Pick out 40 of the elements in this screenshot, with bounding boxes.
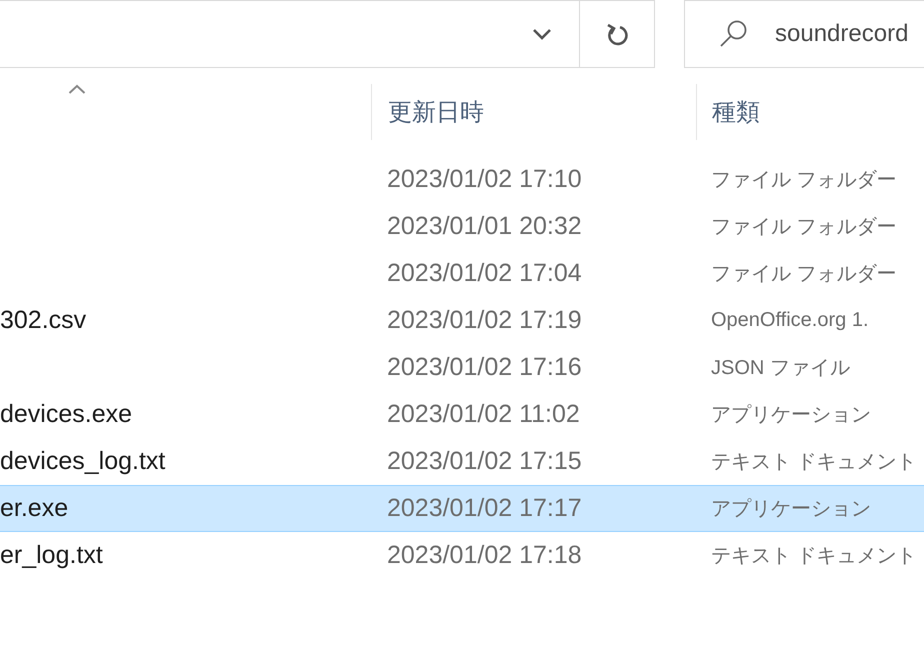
- search-icon: [718, 19, 748, 49]
- file-row[interactable]: devices_log.txt 2023/01/02 17:15 テキスト ドキュメント: [0, 438, 924, 485]
- file-type: テキスト ドキュメント: [711, 450, 917, 475]
- modified-date: 2023/01/02 17:16: [387, 353, 582, 382]
- modified-date: 2023/01/02 17:18: [387, 541, 582, 570]
- column-header[interactable]: 更新日時: [388, 96, 484, 128]
- file-name: er_log.txt: [0, 541, 103, 570]
- file-row[interactable]: 2023/01/02 17:16 JSON ファイル: [0, 344, 924, 391]
- file-type: ファイル フォルダー: [711, 215, 897, 240]
- file-row[interactable]: 302.csv 2023/01/02 17:19 OpenOffice.org 1.: [0, 297, 924, 344]
- column-header[interactable]: 種類: [712, 96, 760, 128]
- modified-date: 2023/01/02 17:10: [387, 165, 582, 194]
- search-field[interactable]: soundrecord: [684, 0, 924, 68]
- modified-date: 2023/01/01 20:32: [387, 212, 582, 241]
- file-row[interactable]: 2023/01/02 17:10 ファイル フォルダー: [0, 156, 924, 203]
- file-type: ファイル フォルダー: [711, 168, 897, 193]
- modified-date: 2023/01/02 17:17: [387, 494, 582, 523]
- file-type: OpenOffice.org 1.: [711, 309, 868, 332]
- file-row[interactable]: 2023/01/02 17:04 ファイル フォルダー: [0, 250, 924, 297]
- modified-date: 2023/01/02 17:04: [387, 259, 582, 288]
- file-name: devices_log.txt: [0, 447, 166, 476]
- file-row[interactable]: devices.exe 2023/01/02 11:02 アプリケーション: [0, 391, 924, 438]
- search-text: soundrecord: [775, 20, 908, 48]
- address-field[interactable]: [0, 0, 655, 68]
- modified-date: 2023/01/02 17:19: [387, 306, 582, 335]
- modified-date: 2023/01/02 11:02: [387, 400, 580, 429]
- file-row[interactable]: er_log.txt 2023/01/02 17:18 テキスト ドキュメント: [0, 532, 924, 579]
- file-row[interactable]: er.exe 2023/01/02 17:17 アプリケーション: [0, 485, 924, 532]
- file-type: アプリケーション: [711, 403, 871, 428]
- file-name: er.exe: [0, 494, 68, 523]
- file-type: ファイル フォルダー: [711, 262, 897, 287]
- file-name: 302.csv: [0, 306, 86, 335]
- file-type: テキスト ドキュメント: [711, 544, 917, 569]
- file-type: アプリケーション: [711, 497, 871, 522]
- modified-date: 2023/01/02 17:15: [387, 447, 582, 476]
- file-row[interactable]: 2023/01/01 20:32 ファイル フォルダー: [0, 203, 924, 250]
- file-type: JSON ファイル: [711, 356, 850, 381]
- refresh-icon: [606, 22, 628, 46]
- chevron-down-icon[interactable]: [532, 28, 552, 40]
- file-name: devices.exe: [0, 400, 132, 429]
